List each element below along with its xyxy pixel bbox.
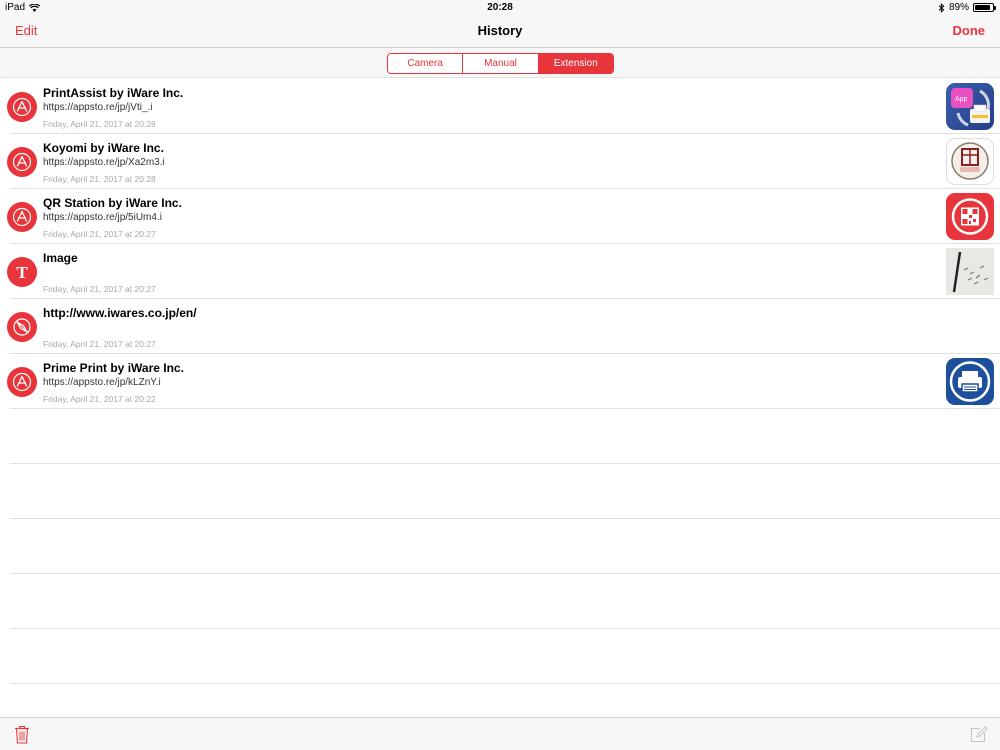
segment-manual[interactable]: Manual xyxy=(463,54,539,73)
status-time: 20:28 xyxy=(487,2,513,13)
compass-icon xyxy=(7,312,37,342)
battery-icon xyxy=(973,3,996,12)
koyomi-app-icon xyxy=(946,138,994,185)
source-segmented-control: Camera Manual Extension xyxy=(387,53,614,74)
empty-row xyxy=(10,629,1000,684)
history-row-koyomi[interactable]: Koyomi by iWare Inc. https://appsto.re/j… xyxy=(7,134,1000,189)
status-bar: iPad 20:28 89% xyxy=(0,0,1000,16)
empty-row xyxy=(10,464,1000,519)
battery-percentage: 89% xyxy=(948,2,969,13)
empty-row xyxy=(10,409,1000,464)
row-url: https://appsto.re/jp/Xa2m3.i xyxy=(43,157,165,168)
history-row-qr-station[interactable]: QR Station by iWare Inc. https://appsto.… xyxy=(7,189,1000,244)
history-row-printassist[interactable]: PrintAssist by iWare Inc. https://appsto… xyxy=(7,79,1000,134)
row-title: http://www.iwares.co.jp/en/ xyxy=(43,306,197,320)
empty-row xyxy=(10,574,1000,629)
app-store-icon xyxy=(7,92,37,122)
text-icon: T xyxy=(7,257,37,287)
navigation-bar: Edit History Done xyxy=(0,16,1000,48)
segment-extension[interactable]: Extension xyxy=(538,54,613,73)
prime-print-app-icon xyxy=(946,358,994,405)
segment-camera[interactable]: Camera xyxy=(388,54,464,73)
row-date: Friday, April 21, 2017 at 20:27 xyxy=(43,284,156,294)
done-button[interactable]: Done xyxy=(953,23,986,38)
history-list: PrintAssist by iWare Inc. https://appsto… xyxy=(0,79,1000,684)
history-row-image[interactable]: T Image Friday, April 21, 2017 at 20:27 xyxy=(7,244,1000,299)
history-row-prime-print[interactable]: Prime Print by iWare Inc. https://appsto… xyxy=(7,354,1000,409)
svg-text:T: T xyxy=(16,263,28,282)
row-title: PrintAssist by iWare Inc. xyxy=(43,86,184,100)
row-title: QR Station by iWare Inc. xyxy=(43,196,182,210)
app-store-icon xyxy=(7,202,37,232)
app-store-icon xyxy=(7,367,37,397)
bottom-toolbar xyxy=(0,717,1000,750)
status-right: 89% xyxy=(938,2,996,13)
image-photo xyxy=(946,248,994,295)
row-title: Koyomi by iWare Inc. xyxy=(43,141,164,155)
row-url: https://appsto.re/jp/jVti_.i xyxy=(43,102,153,113)
app-store-icon xyxy=(7,147,37,177)
compose-icon xyxy=(970,726,988,743)
trash-icon xyxy=(15,725,29,744)
battery-fill xyxy=(975,5,991,10)
qr-station-app-icon xyxy=(946,193,994,240)
row-title: Prime Print by iWare Inc. xyxy=(43,361,184,375)
row-date: Friday, April 21, 2017 at 20:27 xyxy=(43,229,156,239)
compose-button[interactable] xyxy=(970,726,988,748)
empty-row xyxy=(10,519,1000,574)
printassist-app-icon: App xyxy=(946,83,994,130)
row-url: https://appsto.re/jp/5iUm4.i xyxy=(43,212,162,223)
page-title: History xyxy=(477,23,523,38)
row-date: Friday, April 21, 2017 at 20:28 xyxy=(43,174,156,184)
history-row-url[interactable]: http://www.iwares.co.jp/en/ Friday, Apri… xyxy=(7,299,1000,354)
svg-text:App: App xyxy=(955,96,968,103)
row-date: Friday, April 21, 2017 at 20:27 xyxy=(43,339,156,349)
segment-bar: Camera Manual Extension xyxy=(0,48,1000,78)
row-url: https://appsto.re/jp/kLZnY.i xyxy=(43,377,161,388)
row-title: Image xyxy=(43,251,78,265)
trash-button[interactable] xyxy=(14,725,30,749)
row-date: Friday, April 21, 2017 at 20:22 xyxy=(43,394,156,404)
bluetooth-icon xyxy=(938,2,945,13)
row-date: Friday, April 21, 2017 at 20:28 xyxy=(43,119,156,129)
